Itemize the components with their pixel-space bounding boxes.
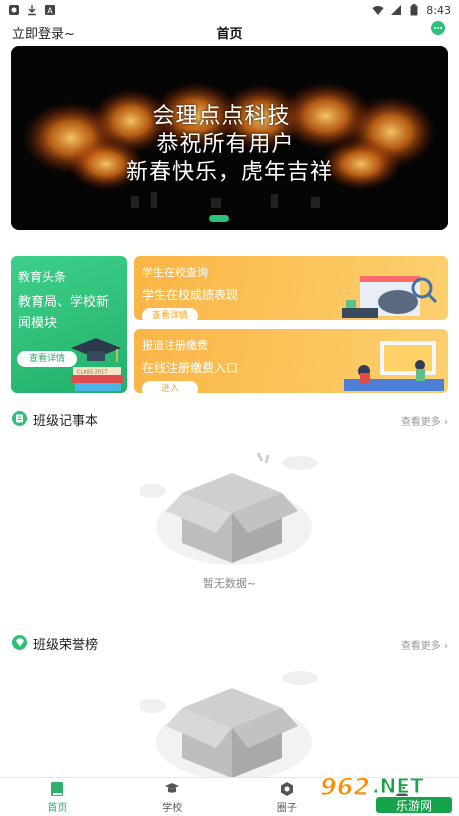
svg-text:CLASS 2017: CLASS 2017 (77, 370, 107, 376)
register-card[interactable]: 报道注册缴费 在线注册缴费入口 进入 (134, 329, 448, 393)
query-detail-button[interactable]: 查看详情 (142, 308, 198, 320)
notebook-icon (12, 411, 27, 426)
books-illustration: CLASS 2017 (71, 338, 123, 391)
wifi-icon (372, 4, 384, 16)
honor-more-link[interactable]: 查看更多 › (401, 637, 448, 652)
nav-school[interactable]: 学校 (115, 778, 230, 816)
site-watermark: 962 .NET 乐游网 (316, 771, 456, 815)
book-icon (51, 782, 64, 796)
register-enter-button[interactable]: 进入 (142, 381, 198, 393)
svg-text:A: A (47, 7, 53, 16)
svg-text:962: 962 (320, 773, 370, 801)
download-icon (26, 4, 38, 16)
notebook-section-title: 班级记事本 (33, 414, 99, 429)
nav-home-label: 首页 (47, 803, 68, 814)
honor-more-label: 查看更多 (400, 641, 441, 652)
status-left-icons: A (8, 4, 56, 16)
banner-carousel[interactable]: 会理点点科技 恭祝所有用户 新春快乐，虎年吉祥 (11, 46, 448, 230)
banner-line-3: 新春快乐，虎年吉祥 (125, 160, 333, 185)
app-header: 立即登录~ 首页 (0, 20, 459, 44)
empty-state-text: 暂无数据~ (202, 577, 257, 590)
search-illustration (342, 276, 438, 318)
empty-state-illustration (138, 445, 330, 575)
message-icon[interactable] (431, 21, 445, 35)
query-card[interactable]: 学生在校查询 学生在校成绩表现 查看详情 (134, 256, 448, 320)
graduation-cap-icon (165, 783, 180, 793)
notebook-more-label: 查看更多 (400, 417, 441, 428)
text-notification-icon: A (44, 4, 56, 16)
honor-section-header: 班级荣誉榜 查看更多 › (11, 633, 448, 653)
carousel-indicator[interactable] (209, 215, 229, 222)
status-right-icons: 8:43 (372, 4, 451, 17)
svg-text:乐游网: 乐游网 (396, 799, 432, 813)
chevron-right-icon: › (444, 641, 448, 652)
nav-circle-label: 圈子 (276, 803, 297, 814)
query-card-title: 学生在校查询 (142, 266, 208, 279)
payment-illustration (344, 341, 444, 391)
app-notification-icon (8, 4, 20, 16)
chevron-right-icon: › (444, 417, 448, 428)
nav-school-label: 学校 (162, 803, 183, 814)
notebook-section-header: 班级记事本 查看更多 › (11, 409, 448, 429)
register-card-desc: 在线注册缴费入口 (142, 361, 239, 375)
register-card-title: 报道注册缴费 (142, 339, 208, 352)
empty-box-icon (138, 452, 318, 565)
query-card-desc: 学生在校成绩表现 (142, 288, 239, 302)
battery-icon (408, 4, 420, 16)
notebook-more-link[interactable]: 查看更多 › (401, 413, 448, 428)
status-time: 8:43 (426, 3, 451, 17)
diamond-icon (12, 635, 27, 650)
news-card-desc: 教育局、学校新闻模块 (18, 295, 110, 331)
news-card[interactable]: 教育头条 教育局、学校新闻模块 查看详情 CLASS 2017 (11, 256, 127, 393)
svg-text:.NET: .NET (372, 774, 424, 798)
circle-icon (280, 782, 293, 796)
status-bar: A 8:43 (0, 0, 459, 20)
nav-home[interactable]: 首页 (0, 778, 115, 816)
empty-state-illustration-2 (140, 660, 330, 778)
page-title: 首页 (216, 27, 243, 42)
watermark-logo: 962 .NET 乐游网 (319, 772, 452, 813)
signal-icon (390, 4, 402, 16)
empty-box-icon (140, 671, 318, 778)
news-card-title: 教育头条 (18, 270, 67, 284)
honor-section-title: 班级荣誉榜 (33, 638, 99, 653)
